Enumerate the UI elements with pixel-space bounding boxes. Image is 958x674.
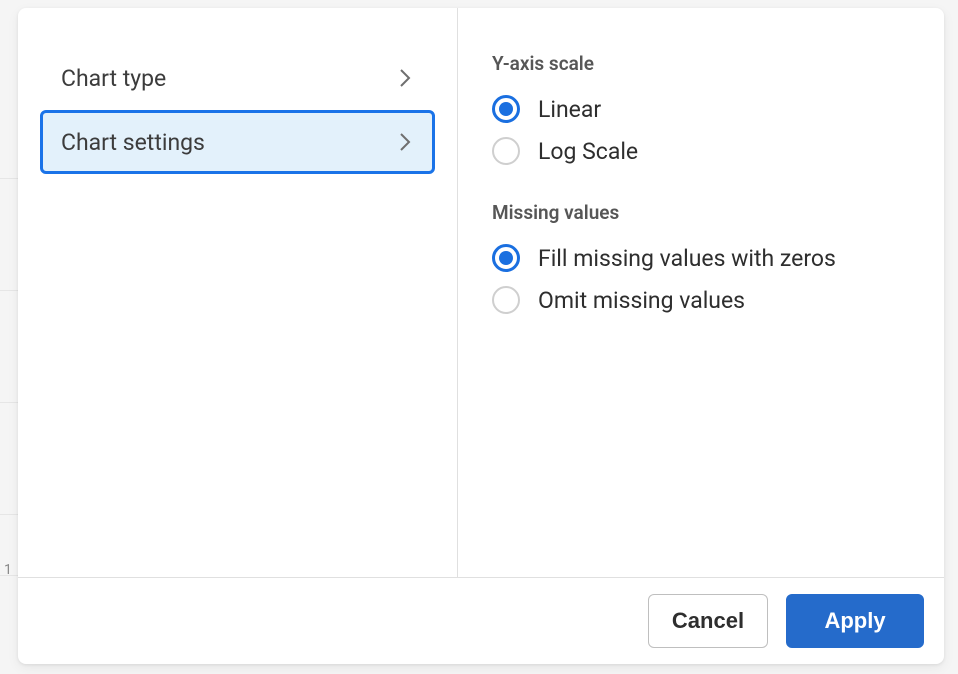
chevron-right-icon: [398, 135, 412, 149]
radio-unchecked-icon: [492, 137, 520, 165]
dialog-footer: Cancel Apply: [18, 577, 944, 664]
radio-yaxis-linear[interactable]: Linear: [492, 95, 910, 123]
nav-item-chart-type[interactable]: Chart type: [40, 46, 435, 110]
radio-checked-icon: [492, 244, 520, 272]
radio-label: Linear: [538, 96, 601, 123]
nav-item-label: Chart type: [61, 65, 166, 92]
radio-unchecked-icon: [492, 286, 520, 314]
chart-settings-dialog: Chart type Chart settings Y-axis scale L…: [18, 8, 944, 664]
radio-label: Omit missing values: [538, 287, 745, 314]
radio-label: Log Scale: [538, 138, 638, 165]
nav-item-label: Chart settings: [61, 129, 205, 156]
group-label-yaxis-scale: Y-axis scale: [492, 52, 910, 75]
apply-button[interactable]: Apply: [786, 594, 924, 648]
chevron-right-icon: [398, 71, 412, 85]
background-gridlines: 1: [0, 0, 18, 674]
dialog-settings-panel: Y-axis scale Linear Log Scale Missing va…: [458, 8, 944, 577]
dialog-body: Chart type Chart settings Y-axis scale L…: [18, 8, 944, 577]
radio-missing-omit[interactable]: Omit missing values: [492, 286, 910, 314]
dialog-nav-panel: Chart type Chart settings: [18, 8, 458, 577]
group-label-missing-values: Missing values: [492, 201, 910, 224]
background-axis-tick: 1: [4, 562, 12, 578]
radio-yaxis-log[interactable]: Log Scale: [492, 137, 910, 165]
radio-missing-fill-zeros[interactable]: Fill missing values with zeros: [492, 244, 910, 272]
radio-label: Fill missing values with zeros: [538, 245, 836, 272]
cancel-button[interactable]: Cancel: [648, 594, 768, 648]
nav-item-chart-settings[interactable]: Chart settings: [40, 110, 435, 174]
radio-checked-icon: [492, 95, 520, 123]
